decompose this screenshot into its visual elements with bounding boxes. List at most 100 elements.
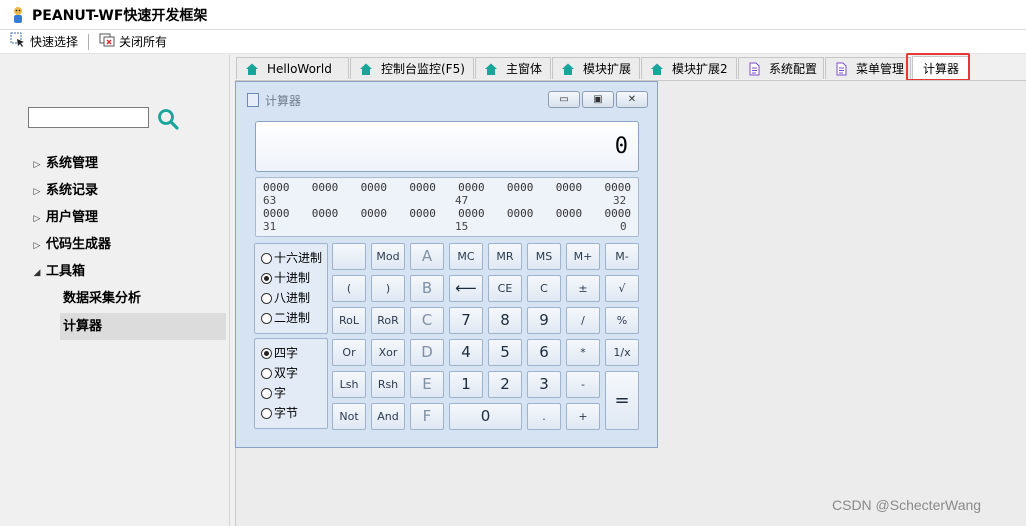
radio-hex[interactable]: 十六进制 xyxy=(261,248,325,268)
key-2[interactable]: 2 xyxy=(488,371,522,398)
key-6[interactable]: 6 xyxy=(527,339,561,366)
key-and[interactable]: And xyxy=(371,403,405,430)
key-percent[interactable]: % xyxy=(605,307,639,334)
key-decimal[interactable]: . xyxy=(527,403,561,430)
radio-dot xyxy=(261,407,272,419)
tree-item-toolbox[interactable]: ◢ 工具箱 xyxy=(30,259,85,285)
radio-qword[interactable]: 四字 xyxy=(261,343,325,363)
key-5[interactable]: 5 xyxy=(488,339,522,366)
key-reciprocal[interactable]: 1/x xyxy=(605,339,639,366)
tab-system-config[interactable]: 系统配置 xyxy=(738,57,824,79)
key-minus[interactable]: - xyxy=(566,371,600,398)
key-hex-c[interactable]: C xyxy=(410,307,444,334)
calculator-titlebar: 计算器 ▭ ▣ ✕ xyxy=(236,82,657,116)
radio-word[interactable]: 字 xyxy=(261,383,325,403)
key-1[interactable]: 1 xyxy=(449,371,483,398)
key-sqrt[interactable]: √ xyxy=(605,275,639,302)
expanded-arrow-icon: ◢ xyxy=(33,268,41,278)
tree-item-data-analysis[interactable]: 数据采集分析 xyxy=(60,285,226,312)
radio-dot xyxy=(261,312,272,324)
key-hex-e[interactable]: E xyxy=(410,371,444,398)
radio-dot xyxy=(261,292,272,304)
key-equals[interactable]: = xyxy=(605,371,639,430)
close-all-button[interactable]: 关闭所有 xyxy=(93,32,173,52)
key-not[interactable]: Not xyxy=(332,403,366,430)
key-hex-a[interactable]: A xyxy=(410,243,444,270)
key-ce[interactable]: CE xyxy=(488,275,522,302)
calculator-display: 0 xyxy=(255,121,639,172)
radio-decimal[interactable]: 十进制 xyxy=(261,268,325,288)
tree-item-system-records[interactable]: ▷ 系统记录 xyxy=(30,178,98,204)
key-clear[interactable]: C xyxy=(527,275,561,302)
search-input[interactable] xyxy=(28,107,149,128)
key-lsh[interactable]: Lsh xyxy=(332,371,366,398)
radio-binary[interactable]: 二进制 xyxy=(261,308,325,328)
tree-item-user-management[interactable]: ▷ 用户管理 xyxy=(30,205,98,231)
tree-item-code-generator[interactable]: ▷ 代码生成器 xyxy=(30,232,111,258)
tab-calculator[interactable]: 计算器 xyxy=(912,56,970,80)
watermark: CSDN @SchecterWang xyxy=(832,497,982,513)
tab-menu-management[interactable]: 菜单管理 xyxy=(825,57,911,79)
app-title: PEANUT-WF快速开发框架 xyxy=(32,7,208,24)
key-or[interactable]: Or xyxy=(332,339,366,366)
radio-dot xyxy=(261,367,272,379)
quick-select-button[interactable]: 快速选择 xyxy=(4,32,84,52)
key-mr[interactable]: MR xyxy=(488,243,522,270)
minimize-icon: ▭ xyxy=(559,94,569,105)
tab-main-form[interactable]: 主窗体 xyxy=(475,57,551,79)
search-icon[interactable] xyxy=(156,107,180,131)
collapsed-arrow-icon: ▷ xyxy=(33,241,41,251)
key-divide[interactable]: / xyxy=(566,307,600,334)
key-7[interactable]: 7 xyxy=(449,307,483,334)
key-plus-minus[interactable]: ± xyxy=(566,275,600,302)
key-hex-b[interactable]: B xyxy=(410,275,444,302)
cursor-select-icon xyxy=(10,32,26,51)
bits-row-upper: 0000 0000 0000 0000 0000 0000 0000 0000 xyxy=(263,181,631,194)
collapsed-arrow-icon: ▷ xyxy=(33,187,41,197)
bit-index: 15 xyxy=(455,220,469,233)
tree-item-calculator[interactable]: 计算器 xyxy=(60,313,226,340)
key-hex-d[interactable]: D xyxy=(410,339,444,366)
minimize-button[interactable]: ▭ xyxy=(548,91,580,108)
calculator-icon xyxy=(247,93,259,107)
key-xor[interactable]: Xor xyxy=(371,339,405,366)
tab-module-extension-2[interactable]: 模块扩展2 xyxy=(641,57,737,79)
key-ror[interactable]: RoR xyxy=(371,307,405,334)
key-mminus[interactable]: M- xyxy=(605,243,639,270)
key-backspace[interactable]: ⟵ xyxy=(449,275,483,302)
radio-octal[interactable]: 八进制 xyxy=(261,288,325,308)
key-9[interactable]: 9 xyxy=(527,307,561,334)
tab-module-extension[interactable]: 模块扩展 xyxy=(552,57,640,79)
key-rparen[interactable]: ) xyxy=(371,275,405,302)
key-3[interactable]: 3 xyxy=(527,371,561,398)
maximize-button[interactable]: ▣ xyxy=(582,91,614,108)
key-rol[interactable]: RoL xyxy=(332,307,366,334)
close-windows-icon xyxy=(99,32,115,51)
house-icon xyxy=(484,62,498,76)
close-button[interactable]: ✕ xyxy=(616,91,648,108)
sidebar: ▷ 系统管理 ▷ 系统记录 ▷ 用户管理 ▷ 代码生成器 ◢ 工具箱 数据采集分析 计算器 xyxy=(0,55,230,526)
key-plus[interactable]: + xyxy=(566,403,600,430)
key-0[interactable]: 0 xyxy=(449,403,522,430)
bit-index: 47 xyxy=(455,194,469,207)
radio-byte[interactable]: 字节 xyxy=(261,403,325,423)
calculator-window: 计算器 ▭ ▣ ✕ 0 0000 0000 0000 0000 0000 000… xyxy=(235,81,658,448)
key-lparen[interactable]: ( xyxy=(332,275,366,302)
tab-helloworld[interactable]: HelloWorld xyxy=(236,57,349,79)
key-hex-f[interactable]: F xyxy=(410,403,444,430)
tree-item-system-management[interactable]: ▷ 系统管理 xyxy=(30,151,98,177)
key-mplus[interactable]: M+ xyxy=(566,243,600,270)
key-mod[interactable]: Mod xyxy=(371,243,405,270)
key-mc[interactable]: MC xyxy=(449,243,483,270)
key-blank[interactable] xyxy=(332,243,366,270)
key-rsh[interactable]: Rsh xyxy=(371,371,405,398)
house-icon xyxy=(359,62,373,76)
radio-dword[interactable]: 双字 xyxy=(261,363,325,383)
tab-bar: HelloWorld 控制台监控(F5) 主窗体 模块扩展 模块扩展2 系统配置… xyxy=(236,55,1026,80)
tab-console-monitor[interactable]: 控制台监控(F5) xyxy=(350,57,474,79)
key-8[interactable]: 8 xyxy=(488,307,522,334)
house-icon xyxy=(650,62,664,76)
key-multiply[interactable]: * xyxy=(566,339,600,366)
key-4[interactable]: 4 xyxy=(449,339,483,366)
key-ms[interactable]: MS xyxy=(527,243,561,270)
